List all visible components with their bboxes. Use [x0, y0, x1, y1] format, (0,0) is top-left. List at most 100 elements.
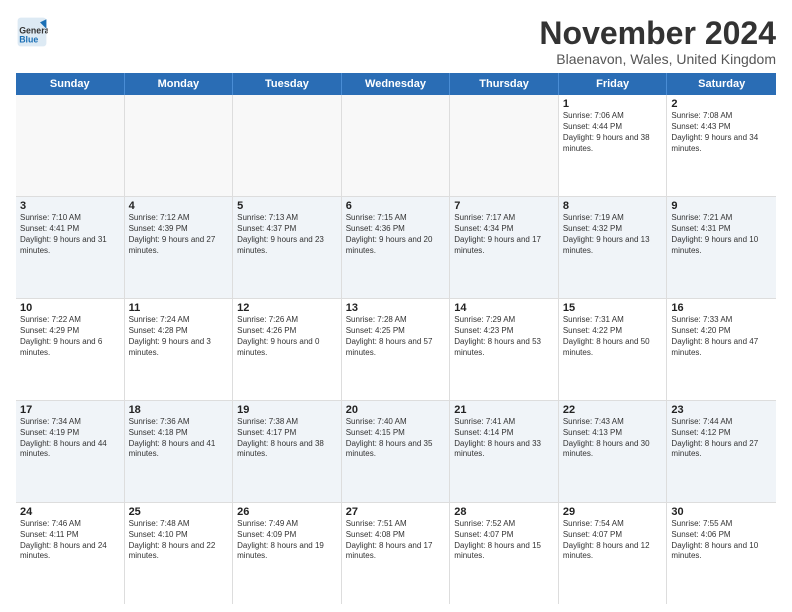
calendar-cell: 13Sunrise: 7:28 AM Sunset: 4:25 PM Dayli…	[342, 299, 451, 400]
day-details: Sunrise: 7:34 AM Sunset: 4:19 PM Dayligh…	[20, 417, 120, 460]
calendar-cell	[233, 95, 342, 196]
title-block: November 2024 Blaenavon, Wales, United K…	[539, 16, 776, 67]
calendar-cell: 6Sunrise: 7:15 AM Sunset: 4:36 PM Daylig…	[342, 197, 451, 298]
day-details: Sunrise: 7:15 AM Sunset: 4:36 PM Dayligh…	[346, 213, 446, 256]
day-details: Sunrise: 7:19 AM Sunset: 4:32 PM Dayligh…	[563, 213, 663, 256]
day-number: 12	[237, 302, 337, 314]
calendar-cell: 30Sunrise: 7:55 AM Sunset: 4:06 PM Dayli…	[667, 503, 776, 604]
calendar: Sunday Monday Tuesday Wednesday Thursday…	[16, 73, 776, 604]
day-number: 16	[671, 302, 772, 314]
calendar-cell: 23Sunrise: 7:44 AM Sunset: 4:12 PM Dayli…	[667, 401, 776, 502]
location: Blaenavon, Wales, United Kingdom	[539, 51, 776, 67]
day-details: Sunrise: 7:22 AM Sunset: 4:29 PM Dayligh…	[20, 315, 120, 358]
header-thursday: Thursday	[450, 73, 559, 95]
day-details: Sunrise: 7:12 AM Sunset: 4:39 PM Dayligh…	[129, 213, 229, 256]
calendar-cell: 1Sunrise: 7:06 AM Sunset: 4:44 PM Daylig…	[559, 95, 668, 196]
day-number: 26	[237, 506, 337, 518]
day-number: 2	[671, 98, 772, 110]
calendar-cell	[125, 95, 234, 196]
calendar-week-5: 24Sunrise: 7:46 AM Sunset: 4:11 PM Dayli…	[16, 503, 776, 604]
calendar-cell: 2Sunrise: 7:08 AM Sunset: 4:43 PM Daylig…	[667, 95, 776, 196]
calendar-cell: 19Sunrise: 7:38 AM Sunset: 4:17 PM Dayli…	[233, 401, 342, 502]
day-number: 20	[346, 404, 446, 416]
calendar-cell: 8Sunrise: 7:19 AM Sunset: 4:32 PM Daylig…	[559, 197, 668, 298]
calendar-week-1: 1Sunrise: 7:06 AM Sunset: 4:44 PM Daylig…	[16, 95, 776, 197]
day-details: Sunrise: 7:26 AM Sunset: 4:26 PM Dayligh…	[237, 315, 337, 358]
calendar-cell: 17Sunrise: 7:34 AM Sunset: 4:19 PM Dayli…	[16, 401, 125, 502]
day-number: 9	[671, 200, 772, 212]
day-details: Sunrise: 7:46 AM Sunset: 4:11 PM Dayligh…	[20, 519, 120, 562]
day-number: 23	[671, 404, 772, 416]
header-tuesday: Tuesday	[233, 73, 342, 95]
day-details: Sunrise: 7:17 AM Sunset: 4:34 PM Dayligh…	[454, 213, 554, 256]
logo: General Blue	[16, 16, 52, 48]
day-number: 17	[20, 404, 120, 416]
day-details: Sunrise: 7:36 AM Sunset: 4:18 PM Dayligh…	[129, 417, 229, 460]
day-number: 24	[20, 506, 120, 518]
day-details: Sunrise: 7:13 AM Sunset: 4:37 PM Dayligh…	[237, 213, 337, 256]
calendar-cell	[16, 95, 125, 196]
header-saturday: Saturday	[667, 73, 776, 95]
day-details: Sunrise: 7:24 AM Sunset: 4:28 PM Dayligh…	[129, 315, 229, 358]
day-number: 30	[671, 506, 772, 518]
header-sunday: Sunday	[16, 73, 125, 95]
day-details: Sunrise: 7:44 AM Sunset: 4:12 PM Dayligh…	[671, 417, 772, 460]
day-details: Sunrise: 7:51 AM Sunset: 4:08 PM Dayligh…	[346, 519, 446, 562]
calendar-cell	[450, 95, 559, 196]
header-monday: Monday	[125, 73, 234, 95]
calendar-cell: 28Sunrise: 7:52 AM Sunset: 4:07 PM Dayli…	[450, 503, 559, 604]
day-number: 29	[563, 506, 663, 518]
calendar-cell: 27Sunrise: 7:51 AM Sunset: 4:08 PM Dayli…	[342, 503, 451, 604]
day-details: Sunrise: 7:06 AM Sunset: 4:44 PM Dayligh…	[563, 111, 663, 154]
day-number: 10	[20, 302, 120, 314]
day-number: 25	[129, 506, 229, 518]
calendar-cell: 9Sunrise: 7:21 AM Sunset: 4:31 PM Daylig…	[667, 197, 776, 298]
day-details: Sunrise: 7:55 AM Sunset: 4:06 PM Dayligh…	[671, 519, 772, 562]
day-details: Sunrise: 7:28 AM Sunset: 4:25 PM Dayligh…	[346, 315, 446, 358]
calendar-cell: 24Sunrise: 7:46 AM Sunset: 4:11 PM Dayli…	[16, 503, 125, 604]
month-title: November 2024	[539, 16, 776, 51]
calendar-cell: 7Sunrise: 7:17 AM Sunset: 4:34 PM Daylig…	[450, 197, 559, 298]
calendar-cell	[342, 95, 451, 196]
day-number: 7	[454, 200, 554, 212]
calendar-cell: 20Sunrise: 7:40 AM Sunset: 4:15 PM Dayli…	[342, 401, 451, 502]
calendar-cell: 10Sunrise: 7:22 AM Sunset: 4:29 PM Dayli…	[16, 299, 125, 400]
calendar-cell: 22Sunrise: 7:43 AM Sunset: 4:13 PM Dayli…	[559, 401, 668, 502]
header-friday: Friday	[559, 73, 668, 95]
day-number: 8	[563, 200, 663, 212]
calendar-cell: 4Sunrise: 7:12 AM Sunset: 4:39 PM Daylig…	[125, 197, 234, 298]
day-number: 4	[129, 200, 229, 212]
day-details: Sunrise: 7:49 AM Sunset: 4:09 PM Dayligh…	[237, 519, 337, 562]
day-details: Sunrise: 7:54 AM Sunset: 4:07 PM Dayligh…	[563, 519, 663, 562]
day-number: 27	[346, 506, 446, 518]
day-number: 21	[454, 404, 554, 416]
calendar-cell: 25Sunrise: 7:48 AM Sunset: 4:10 PM Dayli…	[125, 503, 234, 604]
day-number: 22	[563, 404, 663, 416]
day-number: 6	[346, 200, 446, 212]
calendar-body: 1Sunrise: 7:06 AM Sunset: 4:44 PM Daylig…	[16, 95, 776, 604]
day-details: Sunrise: 7:41 AM Sunset: 4:14 PM Dayligh…	[454, 417, 554, 460]
calendar-cell: 16Sunrise: 7:33 AM Sunset: 4:20 PM Dayli…	[667, 299, 776, 400]
calendar-cell: 12Sunrise: 7:26 AM Sunset: 4:26 PM Dayli…	[233, 299, 342, 400]
header-wednesday: Wednesday	[342, 73, 451, 95]
calendar-header: Sunday Monday Tuesday Wednesday Thursday…	[16, 73, 776, 95]
svg-text:Blue: Blue	[19, 34, 38, 44]
page: General Blue November 2024 Blaenavon, Wa…	[0, 0, 792, 612]
day-number: 19	[237, 404, 337, 416]
day-details: Sunrise: 7:40 AM Sunset: 4:15 PM Dayligh…	[346, 417, 446, 460]
day-number: 28	[454, 506, 554, 518]
day-number: 18	[129, 404, 229, 416]
calendar-cell: 3Sunrise: 7:10 AM Sunset: 4:41 PM Daylig…	[16, 197, 125, 298]
calendar-cell: 14Sunrise: 7:29 AM Sunset: 4:23 PM Dayli…	[450, 299, 559, 400]
day-number: 1	[563, 98, 663, 110]
calendar-week-4: 17Sunrise: 7:34 AM Sunset: 4:19 PM Dayli…	[16, 401, 776, 503]
day-details: Sunrise: 7:10 AM Sunset: 4:41 PM Dayligh…	[20, 213, 120, 256]
calendar-cell: 29Sunrise: 7:54 AM Sunset: 4:07 PM Dayli…	[559, 503, 668, 604]
day-number: 11	[129, 302, 229, 314]
calendar-week-3: 10Sunrise: 7:22 AM Sunset: 4:29 PM Dayli…	[16, 299, 776, 401]
day-number: 13	[346, 302, 446, 314]
logo-icon: General Blue	[16, 16, 48, 48]
day-number: 14	[454, 302, 554, 314]
day-details: Sunrise: 7:33 AM Sunset: 4:20 PM Dayligh…	[671, 315, 772, 358]
day-details: Sunrise: 7:48 AM Sunset: 4:10 PM Dayligh…	[129, 519, 229, 562]
